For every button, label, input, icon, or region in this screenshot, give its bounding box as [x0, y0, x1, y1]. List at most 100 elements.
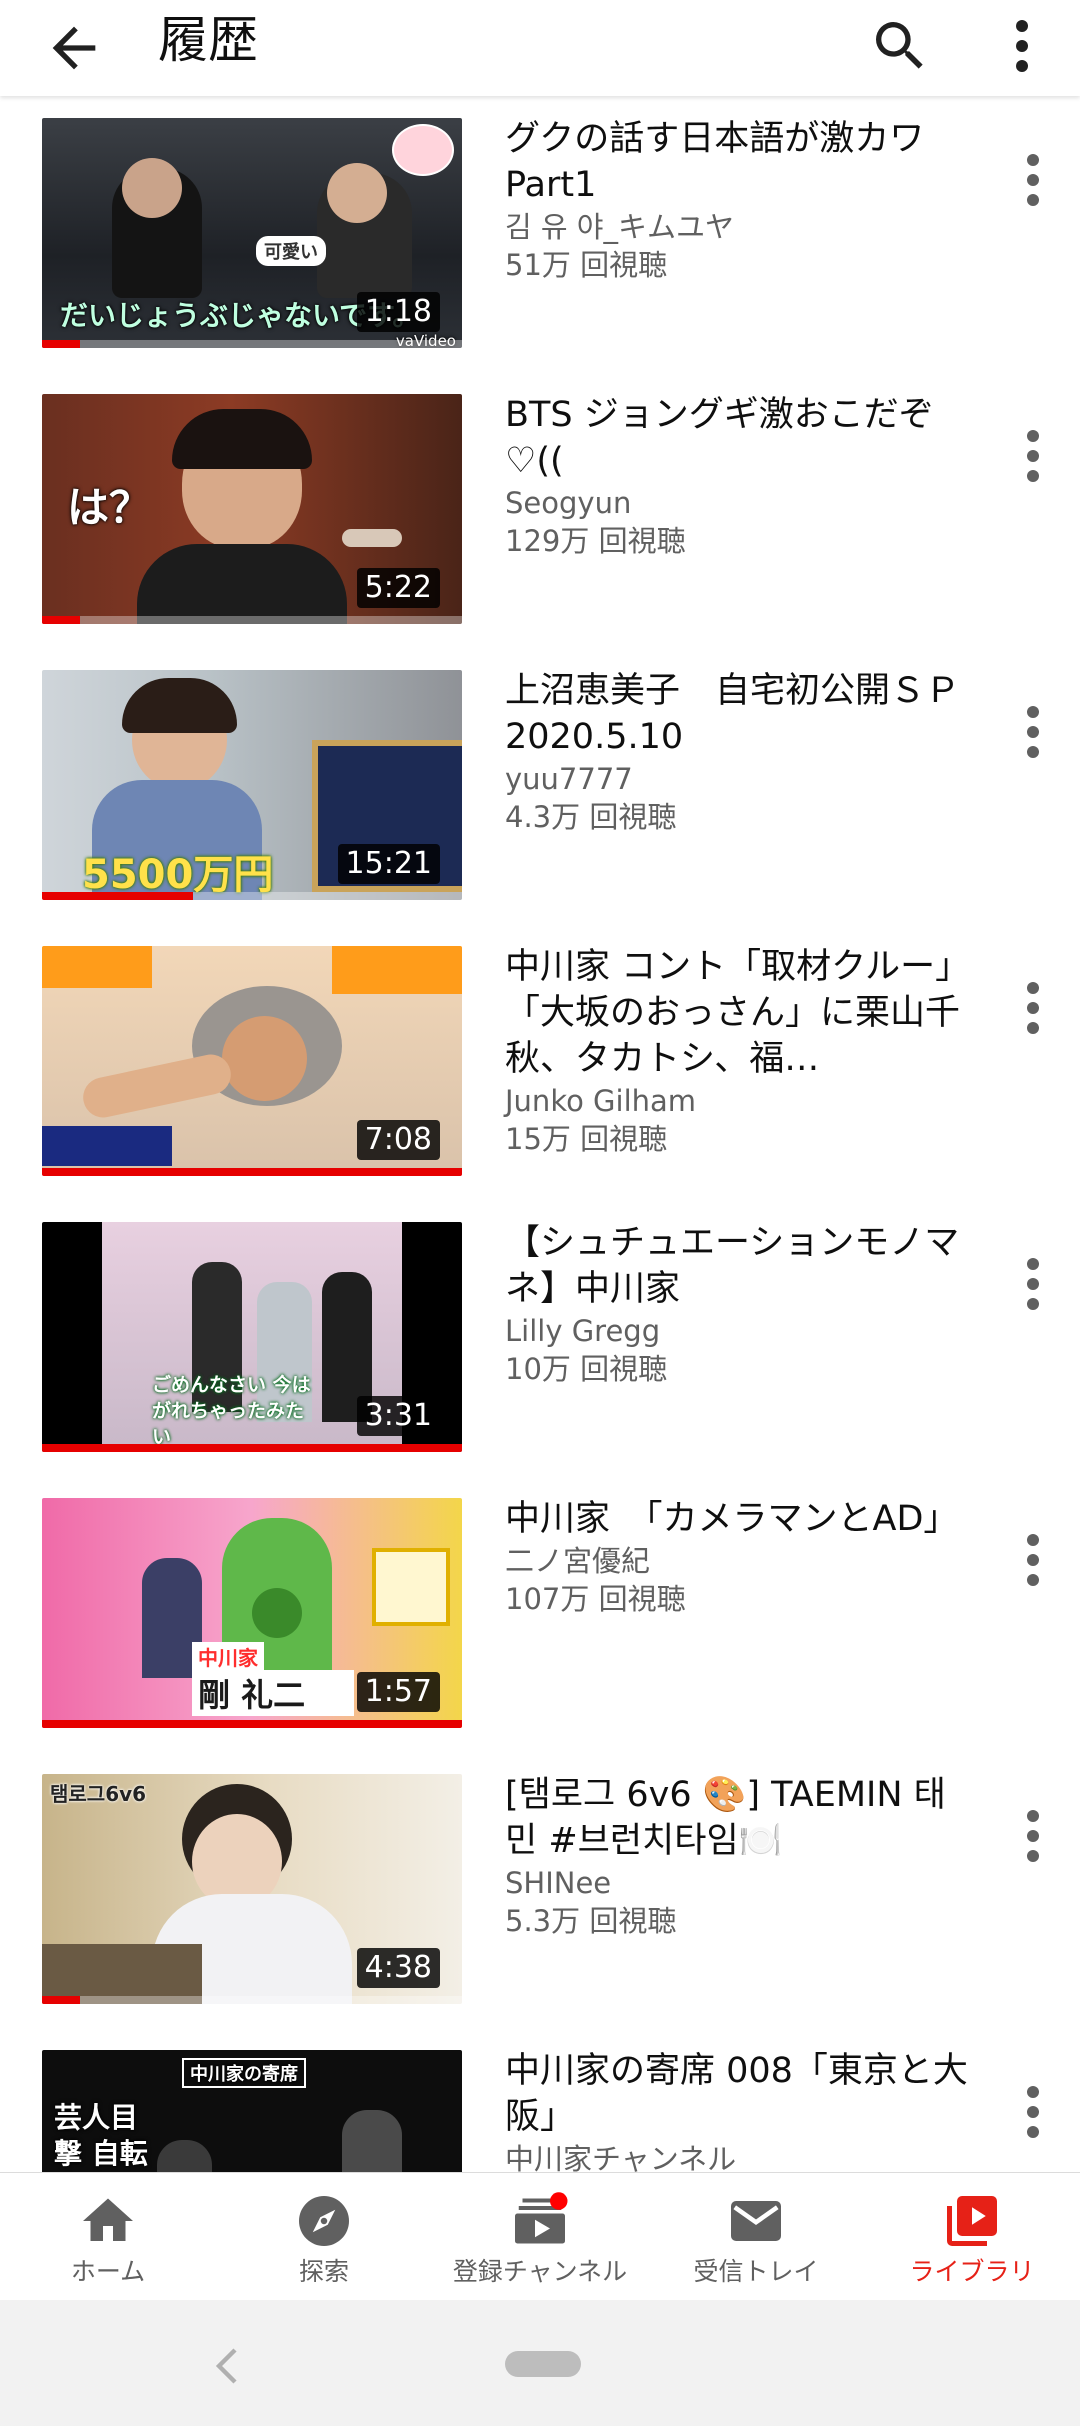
list-item[interactable]: 中川家の寄席 芸人目撃 自転車 中川家の寄席 008「東京と大阪」 中川家チャン…	[0, 2028, 1080, 2172]
tab-label: 受信トレイ	[693, 2257, 819, 2286]
view-count: 4.3万 回視聴	[505, 800, 677, 834]
duration-badge: 3:31	[356, 1396, 440, 1436]
watch-progress-bar	[42, 340, 80, 348]
watch-progress-bar	[42, 616, 80, 624]
view-count: 10万 回視聴	[505, 1352, 668, 1386]
list-item[interactable]: は？ 5:22 BTS ジョングギ激おこだぞ♡(( Seogyun 129万 回…	[0, 372, 1080, 648]
watch-progress-bar	[42, 1444, 462, 1452]
tab-label: ホーム	[70, 2257, 146, 2286]
more-vert-icon[interactable]	[1018, 424, 1048, 488]
tab-inbox[interactable]: 受信トレイ	[648, 2173, 864, 2301]
home-icon	[83, 2198, 133, 2241]
video-title[interactable]: 中川家 「カメラマンとAD」	[505, 1496, 975, 1542]
tab-label: 登録チャンネル	[452, 2257, 628, 2286]
more-vert-icon[interactable]	[1018, 976, 1048, 1040]
channel-name: Seogyun	[505, 486, 632, 520]
video-meta: 中川家 「カメラマンとAD」 二ノ宮優紀 107万 回視聴	[505, 1496, 975, 1618]
system-navigation-bar	[0, 2300, 1080, 2426]
watch-progress-track	[42, 340, 462, 348]
video-title[interactable]: 上沼恵美子 自宅初公開ＳＰ 2020.5.10	[505, 668, 975, 760]
watch-progress-track	[42, 616, 462, 624]
video-thumbnail[interactable]: 中川家の寄席 芸人目撃 自転車	[42, 2050, 462, 2172]
video-thumbnail[interactable]: は？ 5:22	[42, 394, 462, 624]
duration-badge: 4:38	[356, 1948, 440, 1988]
tab-explore[interactable]: 探索	[216, 2173, 432, 2301]
bottom-navigation: ホーム 探索 登録チャンネル 受信トレイ ライブラリ	[0, 2172, 1080, 2301]
tab-home[interactable]: ホーム	[0, 2173, 216, 2301]
more-vert-icon[interactable]	[1000, 14, 1044, 78]
library-icon	[947, 2196, 997, 2246]
video-meta: 中川家の寄席 008「東京と大阪」 中川家チャンネル	[505, 2048, 975, 2172]
more-vert-icon[interactable]	[1018, 1528, 1048, 1592]
thumb-badge: 中川家	[192, 1642, 264, 1671]
list-item[interactable]: 可愛い だいじょうぶじゃないです。 vaVideo 1:18 グクの話す日本語が…	[0, 96, 1080, 372]
tab-library[interactable]: ライブラリ	[864, 2173, 1080, 2301]
video-thumbnail[interactable]: 中川家 剛 礼二 1:57	[42, 1498, 462, 1728]
video-thumbnail[interactable]: 탬로그6v6 4:38	[42, 1774, 462, 2004]
view-count: 129万 回視聴	[505, 524, 686, 558]
search-icon[interactable]	[868, 14, 932, 78]
video-meta: グクの話す日本語が激カワPart1 김 유 야_キムユヤ 51万 回視聴	[505, 116, 975, 284]
watch-progress-bar	[42, 892, 194, 900]
duration-badge: 7:08	[356, 1120, 440, 1160]
video-title[interactable]: 【シュチュエーションモノマネ】中川家	[505, 1220, 975, 1312]
more-vert-icon[interactable]	[1018, 2080, 1048, 2144]
page-title: 履歴	[158, 11, 258, 69]
arrow-back-icon[interactable]	[42, 16, 106, 80]
channel-name: 二ノ宮優紀	[505, 1544, 651, 1578]
thumb-badge: 可愛い	[256, 236, 326, 266]
view-count: 15万 回視聴	[505, 1122, 668, 1156]
system-home-pill-icon[interactable]	[505, 2351, 581, 2377]
view-count: 51万 回視聴	[505, 248, 668, 282]
video-title[interactable]: 中川家 コント「取材クルー」「大坂のおっさん」に栗山千秋、タカトシ、福…	[505, 944, 975, 1082]
video-thumbnail[interactable]: 可愛い だいじょうぶじゃないです。 vaVideo 1:18	[42, 118, 462, 348]
video-title[interactable]: 中川家の寄席 008「東京と大阪」	[505, 2048, 975, 2140]
tab-subscriptions[interactable]: 登録チャンネル	[432, 2173, 648, 2301]
video-thumbnail[interactable]: ごめんなさい 今はがれちゃったみたい 3:31	[42, 1222, 462, 1452]
channel-name: yuu7777	[505, 762, 633, 796]
video-title[interactable]: グクの話す日本語が激カワPart1	[505, 116, 975, 208]
system-back-icon[interactable]	[210, 2346, 244, 2386]
app-bar: 履歴	[0, 0, 1080, 96]
thumb-badge: 中川家の寄席	[182, 2058, 306, 2088]
channel-name: Lilly Gregg	[505, 1314, 661, 1348]
thumb-caption: ごめんなさい 今はがれちゃったみたい	[152, 1374, 311, 1448]
watch-progress-bar	[42, 1720, 462, 1728]
video-title[interactable]: BTS ジョングギ激おこだぞ♡((	[505, 392, 975, 484]
duration-badge: 1:18	[356, 292, 440, 332]
tab-label: ライブラリ	[909, 2257, 1035, 2286]
more-vert-icon[interactable]	[1018, 1804, 1048, 1868]
history-list: 可愛い だいじょうぶじゃないです。 vaVideo 1:18 グクの話す日本語が…	[0, 96, 1080, 2172]
watch-progress-bar	[42, 1996, 80, 2004]
explore-icon	[299, 2196, 349, 2246]
list-item[interactable]: 탬로그6v6 4:38 [탬로그 6v6 🎨] TAEMIN 태민 #브런치타임…	[0, 1752, 1080, 2028]
thumb-caption: 탬로그6v6	[50, 1782, 147, 1806]
thumb-caption: 剛 礼二	[192, 1670, 354, 1716]
list-item[interactable]: 5500万円 15:21 上沼恵美子 自宅初公開ＳＰ 2020.5.10 yuu…	[0, 648, 1080, 924]
video-thumbnail[interactable]: 7:08	[42, 946, 462, 1176]
duration-badge: 1:57	[356, 1672, 440, 1712]
video-meta: 上沼恵美子 自宅初公開ＳＰ 2020.5.10 yuu7777 4.3万 回視聴	[505, 668, 975, 836]
inbox-icon	[731, 2201, 781, 2241]
channel-name: Junko Gilham	[505, 1084, 697, 1118]
video-title[interactable]: [탬로그 6v6 🎨] TAEMIN 태민 #브런치타임🍽️	[505, 1772, 975, 1864]
list-item[interactable]: 7:08 中川家 コント「取材クルー」「大坂のおっさん」に栗山千秋、タカトシ、福…	[0, 924, 1080, 1200]
video-thumbnail[interactable]: 5500万円 15:21	[42, 670, 462, 900]
thumb-caption: 芸人目撃 自転車	[54, 2101, 148, 2170]
more-vert-icon[interactable]	[1018, 1252, 1048, 1316]
list-item[interactable]: 中川家 剛 礼二 1:57 中川家 「カメラマンとAD」 二ノ宮優紀 107万 …	[0, 1476, 1080, 1752]
view-count: 107万 回視聴	[505, 1582, 686, 1616]
watch-progress-bar	[42, 1168, 462, 1176]
duration-badge: 5:22	[356, 568, 440, 608]
subscriptions-icon	[515, 2192, 568, 2244]
more-vert-icon[interactable]	[1018, 148, 1048, 212]
channel-name: 김 유 야_キムユヤ	[505, 210, 734, 244]
channel-name: 中川家チャンネル	[505, 2142, 737, 2172]
channel-name: SHINee	[505, 1866, 612, 1900]
more-vert-icon[interactable]	[1018, 700, 1048, 764]
duration-badge: 15:21	[337, 844, 440, 884]
video-meta: 中川家 コント「取材クルー」「大坂のおっさん」に栗山千秋、タカトシ、福… Jun…	[505, 944, 975, 1158]
list-item[interactable]: ごめんなさい 今はがれちゃったみたい 3:31 【シュチュエーションモノマネ】中…	[0, 1200, 1080, 1476]
thumb-caption: は？	[67, 483, 152, 532]
view-count: 5.3万 回視聴	[505, 1904, 677, 1938]
